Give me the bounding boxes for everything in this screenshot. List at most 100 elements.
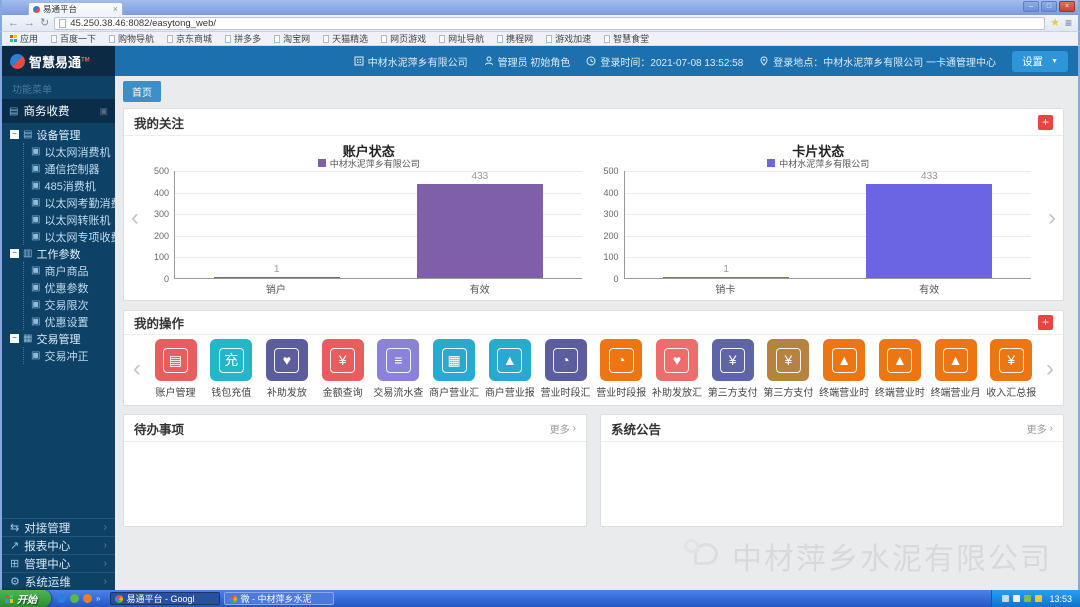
bookmark-item[interactable]: 拼多多	[225, 32, 261, 45]
tree-node-交易管理[interactable]: −▦交易管理	[10, 330, 115, 347]
browser-menu-icon[interactable]: ≡	[1065, 17, 1072, 29]
system-tray: 13:53	[991, 590, 1080, 607]
browser-tab[interactable]: 易通平台 ×	[28, 2, 123, 15]
quick-launch-icon-2[interactable]	[70, 594, 79, 603]
collapse-icon[interactable]: −	[10, 130, 19, 139]
address-bar[interactable]: 45.250.38.46:8082/easytong_web/	[54, 17, 1045, 30]
operation-tile-终端营业时[interactable]: ▲终端营业时	[872, 339, 927, 399]
list-icon: ▤	[9, 106, 18, 117]
back-icon[interactable]: ←	[8, 18, 19, 29]
minimize-button[interactable]: ‒	[1023, 1, 1039, 12]
operation-tile-终端营业月[interactable]: ▲终端营业月	[928, 339, 983, 399]
chart-y-axis: 0100200300400500	[144, 171, 174, 279]
taskbar-task[interactable]: 微 - 中材萍乡水泥	[224, 592, 334, 605]
bookmark-item[interactable]: 网址导航	[439, 32, 484, 45]
operation-tile-营业时段汇[interactable]: ◔营业时段汇	[538, 339, 593, 399]
tree-node-设备管理[interactable]: −▤设备管理	[10, 126, 115, 143]
tab-home[interactable]: 首页	[123, 81, 161, 102]
bookmark-item[interactable]: 游戏加速	[546, 32, 591, 45]
bookmark-item[interactable]: 购物导航	[109, 32, 154, 45]
header-user[interactable]: 管理员 初始角色	[484, 54, 571, 69]
tab-close-icon[interactable]: ×	[113, 5, 118, 13]
maximize-button[interactable]: □	[1041, 1, 1057, 12]
bookmark-star-icon[interactable]: ★	[1050, 18, 1060, 29]
tree-leaf-以太网考勤消费机[interactable]: ▣以太网考勤消费机	[24, 194, 115, 211]
sidebar-item-对接管理[interactable]: ⇆对接管理›	[2, 518, 115, 536]
refresh-icon[interactable]: ↻	[40, 18, 49, 29]
bookmark-item[interactable]: 智慧食堂	[604, 32, 649, 45]
operation-tile-钱包充值[interactable]: 充钱包充值	[204, 339, 259, 399]
operation-tile-商户营业报[interactable]: ▲商户营业报	[482, 339, 537, 399]
operation-tile-账户管理[interactable]: ▤账户管理	[148, 339, 203, 399]
bookmark-item[interactable]: 天猫精选	[323, 32, 368, 45]
chevron-left-icon[interactable]: ‹	[126, 206, 144, 230]
speaker-icon[interactable]	[1013, 595, 1020, 602]
apps-shortcut[interactable]: 应用	[10, 32, 38, 45]
operation-glyph: ▲	[943, 348, 968, 373]
x-tick-label: 销户	[266, 281, 286, 295]
collapse-icon[interactable]: −	[10, 334, 19, 343]
sidebar-section-business-fees[interactable]: ▤ 商务收费 ▣	[2, 99, 115, 123]
sidebar-item-报表中心[interactable]: ↗报表中心›	[2, 536, 115, 554]
tree-leaf-以太网消费机[interactable]: ▣以太网消费机	[24, 143, 115, 160]
sidebar-item-系统运维[interactable]: ⚙系统运维›	[2, 572, 115, 590]
app-logo: 智慧易通TM	[2, 46, 115, 76]
page-icon	[109, 35, 115, 43]
todo-more-link[interactable]: 更多›	[550, 421, 576, 436]
operation-tile-补助发放汇[interactable]: ♥补助发放汇	[649, 339, 704, 399]
header-login-time: 登录时间：2021-07-08 13:52:58	[586, 54, 743, 69]
tree-node-工作参数[interactable]: −▥工作参数	[10, 245, 115, 262]
tree-leaf-485消费机[interactable]: ▣485消费机	[24, 177, 115, 194]
chart-bar	[417, 184, 543, 278]
quick-launch-icon-3[interactable]	[83, 594, 92, 603]
bookmark-item[interactable]: 淘宝网	[274, 32, 310, 45]
bookmark-item[interactable]: 百度一下	[51, 32, 96, 45]
operation-tile-收入汇总报[interactable]: ¥收入汇总报	[984, 339, 1039, 399]
tree-leaf-交易冲正[interactable]: ▣交易冲正	[24, 347, 115, 364]
chevron-left-icon[interactable]: ‹	[128, 357, 146, 381]
operation-tile-第三方支付[interactable]: ¥第三方支付	[705, 339, 760, 399]
location-icon	[759, 56, 769, 66]
tree-leaf-以太网专项收费机[interactable]: ▣以太网专项收费机	[24, 228, 115, 245]
operation-tile-交易流水查[interactable]: ≡交易流水查	[371, 339, 426, 399]
tree-children: ▣交易冲正	[23, 347, 115, 364]
chevron-right-icon[interactable]: ›	[1043, 206, 1061, 230]
shield-icon[interactable]	[1035, 595, 1042, 602]
operation-tile-营业时段报[interactable]: ◔营业时段报	[594, 339, 649, 399]
chevron-right-icon[interactable]: ›	[1041, 357, 1059, 381]
operation-label: 交易流水查	[371, 384, 426, 399]
operation-tile-补助发放[interactable]: ♥补助发放	[259, 339, 314, 399]
bookmark-label: 京东商城	[176, 32, 212, 45]
operation-label: 终端营业时	[817, 384, 872, 399]
tree-leaf-交易限次[interactable]: ▣交易限次	[24, 296, 115, 313]
quick-launch-more[interactable]: »	[96, 594, 100, 603]
y-tick-label: 0	[164, 274, 169, 284]
notice-more-link[interactable]: 更多›	[1027, 421, 1053, 436]
bookmark-item[interactable]: 网页游戏	[381, 32, 426, 45]
expand-icon[interactable]: ▣	[99, 106, 108, 117]
add-chart-button[interactable]: +	[1038, 115, 1053, 130]
bookmark-item[interactable]: 京东商城	[167, 32, 212, 45]
forward-icon[interactable]: →	[24, 18, 35, 29]
settings-button[interactable]: 设置▼	[1012, 51, 1068, 72]
tree-leaf-通信控制器[interactable]: ▣通信控制器	[24, 160, 115, 177]
tray-app-icon[interactable]	[1024, 595, 1031, 602]
sidebar-item-管理中心[interactable]: ⊞管理中心›	[2, 554, 115, 572]
tree-leaf-优惠设置[interactable]: ▣优惠设置	[24, 313, 115, 330]
quick-launch-icon-1[interactable]	[57, 594, 66, 603]
tree-leaf-商户商品[interactable]: ▣商户商品	[24, 262, 115, 279]
bookmark-item[interactable]: 携程网	[497, 32, 533, 45]
start-button[interactable]: 开始	[0, 590, 51, 607]
collapse-icon[interactable]: −	[10, 249, 19, 258]
operation-tile-终端营业时[interactable]: ▲终端营业时	[817, 339, 872, 399]
page-icon	[439, 35, 445, 43]
operation-tile-商户营业汇[interactable]: ▦商户营业汇	[427, 339, 482, 399]
operation-tile-金额查询[interactable]: ¥金额查询	[315, 339, 370, 399]
operation-tile-第三方支付[interactable]: ¥第三方支付	[761, 339, 816, 399]
tree-leaf-优惠参数[interactable]: ▣优惠参数	[24, 279, 115, 296]
keyboard-icon[interactable]	[1002, 595, 1009, 602]
tree-leaf-以太网转账机[interactable]: ▣以太网转账机	[24, 211, 115, 228]
close-button[interactable]: ×	[1059, 1, 1075, 12]
taskbar-task[interactable]: 易通平台 - Googl	[110, 592, 220, 605]
add-operation-button[interactable]: +	[1038, 315, 1053, 330]
